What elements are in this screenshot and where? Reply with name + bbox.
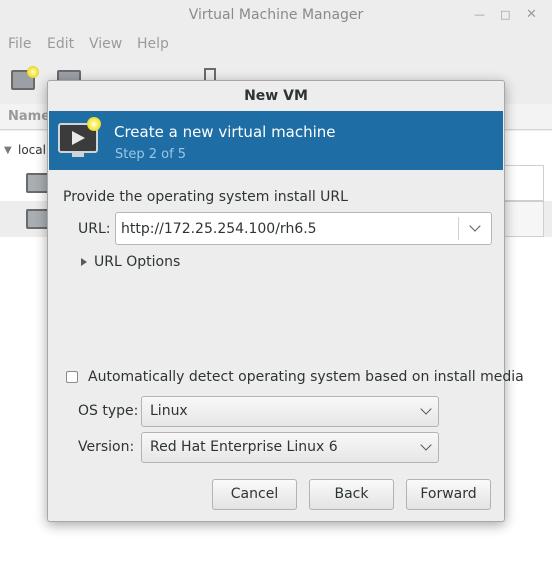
- banner-title: Create a new virtual machine: [114, 123, 336, 141]
- new-vm-icon: [58, 117, 102, 157]
- menu-help[interactable]: Help: [137, 30, 169, 58]
- forward-button[interactable]: Forward: [406, 479, 491, 510]
- menu-bar: File Edit View Help: [0, 30, 552, 58]
- chevron-down-icon: [420, 439, 432, 451]
- menu-view[interactable]: View: [89, 30, 122, 58]
- url-dropdown-button[interactable]: [459, 213, 492, 244]
- main-window-title: Virtual Machine Manager: [188, 7, 364, 23]
- dialog-title: New VM: [244, 88, 308, 104]
- auto-detect-label: Automatically detect operating system ba…: [88, 369, 524, 385]
- os-type-select[interactable]: Linux: [141, 396, 439, 427]
- url-label: URL:: [78, 221, 111, 237]
- version-label: Version:: [78, 439, 135, 455]
- url-input[interactable]: [116, 213, 458, 244]
- install-url-heading: Provide the operating system install URL: [63, 189, 348, 205]
- chevron-down-icon: [469, 220, 481, 232]
- auto-detect-checkbox[interactable]: [66, 371, 78, 383]
- cancel-button[interactable]: Cancel: [212, 479, 297, 510]
- new-vm-dialog: New VM Create a new virtual machine Step…: [47, 80, 524, 522]
- maximize-icon[interactable]: □: [500, 0, 510, 30]
- expander-icon[interactable]: ▼: [4, 145, 12, 156]
- banner-step: Step 2 of 5: [115, 147, 187, 162]
- menu-edit[interactable]: Edit: [47, 30, 74, 58]
- os-type-label: OS type:: [78, 403, 139, 419]
- chevron-down-icon: [420, 403, 432, 415]
- version-select[interactable]: Red Hat Enterprise Linux 6: [141, 432, 439, 463]
- back-button[interactable]: Back: [309, 479, 394, 510]
- vm-cpu-cell: [504, 201, 544, 237]
- url-combo: [115, 212, 492, 245]
- menu-file[interactable]: File: [8, 30, 31, 58]
- new-vm-icon[interactable]: [11, 66, 39, 90]
- os-type-value: Linux: [150, 403, 188, 419]
- url-options-label: URL Options: [94, 254, 181, 270]
- vm-cpu-cell: [504, 165, 544, 201]
- close-icon[interactable]: ✕: [526, 0, 537, 30]
- column-name[interactable]: Name: [8, 104, 50, 130]
- version-value: Red Hat Enterprise Linux 6: [150, 439, 338, 455]
- minimize-icon[interactable]: —: [474, 0, 485, 30]
- expander-arrow-icon: [81, 258, 87, 266]
- wizard-banner: Create a new virtual machine Step 2 of 5: [49, 111, 503, 170]
